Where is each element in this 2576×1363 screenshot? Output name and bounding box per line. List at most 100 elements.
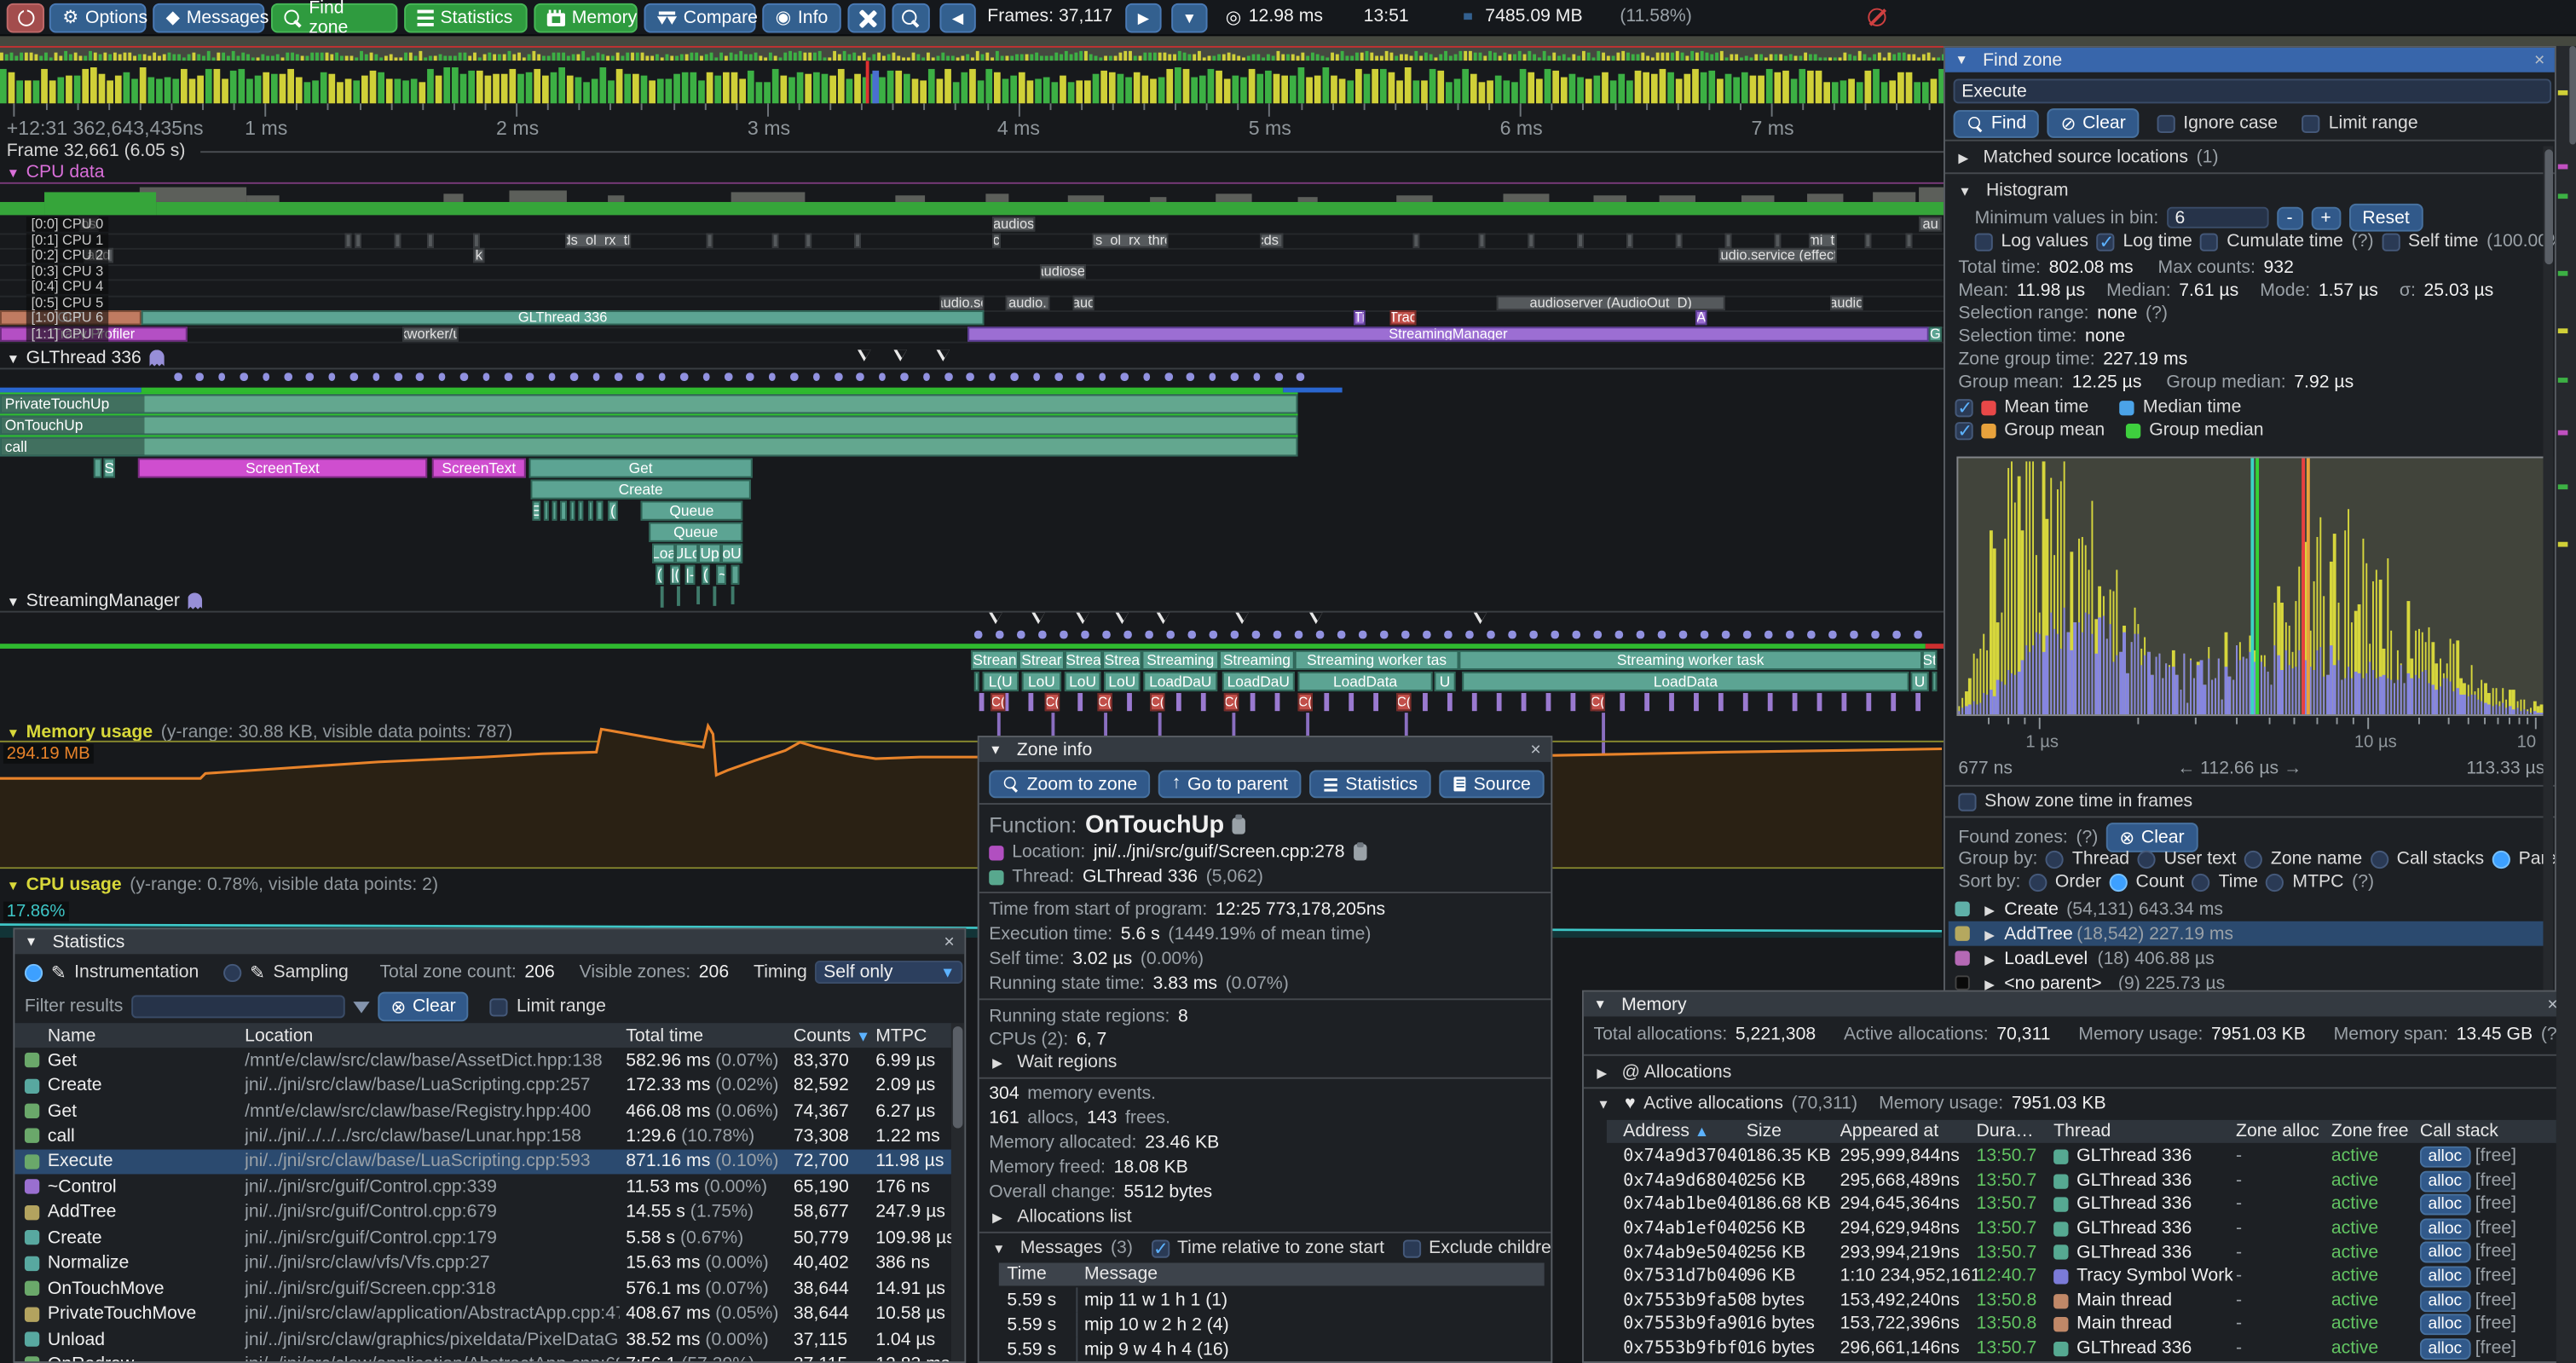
show-mean-checkbox[interactable] bbox=[1955, 398, 1972, 416]
radio-mtpc[interactable] bbox=[2267, 873, 2284, 891]
allocation-row[interactable]: 0x74ab1ef040256 KB294,629,948ns13:50.7GL… bbox=[1607, 1216, 2556, 1240]
cpu-zone[interactable]: A bbox=[1695, 310, 1707, 325]
sm-frag-zone[interactable] bbox=[1275, 693, 1279, 711]
gl-zone[interactable]: S bbox=[103, 458, 114, 477]
reset-button[interactable]: Reset bbox=[2349, 204, 2423, 232]
find-button[interactable]: Find bbox=[1954, 109, 2040, 137]
sm-zone[interactable]: U bbox=[1435, 672, 1456, 691]
message-row[interactable]: 5.59 smip 11 w 1 h 1 (1) bbox=[999, 1287, 1545, 1312]
sm-frag-red[interactable]: C( bbox=[1045, 693, 1060, 711]
gl-zone[interactable]: ( bbox=[656, 565, 664, 585]
expand-icon[interactable]: ▶ bbox=[1984, 904, 1995, 918]
cpu-zone[interactable]: c bbox=[992, 233, 1001, 247]
cpu-zone[interactable]: audio. bbox=[1006, 295, 1050, 309]
sm-zone[interactable]: Strear bbox=[1019, 650, 1065, 670]
gl-zone[interactable] bbox=[578, 501, 583, 521]
sm-frag-zone[interactable] bbox=[1891, 693, 1895, 711]
cpu-zone[interactable]: audios bbox=[992, 217, 1035, 231]
ignore-case-checkbox[interactable] bbox=[2157, 114, 2175, 132]
sm-zone[interactable] bbox=[1932, 672, 1938, 691]
plus-button[interactable]: + bbox=[2311, 206, 2342, 229]
cpu-zone[interactable]: k bbox=[473, 248, 484, 263]
thread-header-glthread[interactable]: ▼GLThread 336 bbox=[7, 348, 165, 367]
limit-range-checkbox[interactable] bbox=[490, 997, 508, 1015]
gl-zone[interactable]: Create bbox=[531, 480, 751, 500]
table-row[interactable]: Get/mnt/e/claw/src/claw/base/AssetDict.h… bbox=[14, 1048, 951, 1073]
minus-button[interactable]: - bbox=[2277, 206, 2302, 229]
sampling-radio[interactable] bbox=[223, 963, 241, 981]
expand-icon[interactable]: ▶ bbox=[1984, 927, 1995, 942]
show-zone-time-checkbox[interactable] bbox=[1958, 793, 1976, 811]
instrumentation-radio[interactable] bbox=[25, 963, 43, 981]
table-row[interactable]: Executejni/../jni/src/claw/base/LuaScrip… bbox=[14, 1149, 951, 1175]
clear-filter-button[interactable]: ⊗Clear bbox=[378, 992, 469, 1022]
toolbar-button-compare[interactable]: Compare bbox=[644, 3, 756, 33]
sm-frag-zone[interactable] bbox=[1743, 693, 1747, 711]
sm-frag-zone[interactable] bbox=[1842, 693, 1846, 711]
matched-source-locations[interactable]: ▶ Matched source locations(1) bbox=[1958, 147, 2218, 167]
memory-usage-header[interactable]: ▼Memory usage (y-range: 30.88 KB, visibl… bbox=[7, 723, 513, 742]
sm-frag-red[interactable]: C( bbox=[1396, 693, 1411, 711]
limit-range-checkbox[interactable] bbox=[2302, 114, 2320, 132]
cpu-zone[interactable]: Ti bbox=[1354, 310, 1365, 325]
sm-zone[interactable]: LoadDaU bbox=[1143, 672, 1217, 691]
table-row[interactable]: PrivateTouchMovejni/../jni/src/claw/appl… bbox=[14, 1302, 951, 1327]
gl-zone[interactable]: ScreenText bbox=[138, 458, 427, 477]
radio-parent[interactable] bbox=[2492, 850, 2510, 868]
thread-header-streamingmanager[interactable]: ▼StreamingManager bbox=[7, 592, 203, 611]
gl-zone[interactable] bbox=[560, 501, 567, 521]
histogram-section-header[interactable]: ▼ Histogram bbox=[1958, 181, 2068, 200]
find-zone-titlebar[interactable]: ▼ Find zone × bbox=[1945, 48, 2555, 72]
sm-frag-zone[interactable] bbox=[1669, 693, 1673, 711]
col-mtpc[interactable]: MTPC bbox=[875, 1025, 927, 1045]
next-frame-button[interactable]: ▶ bbox=[1125, 3, 1161, 33]
col-duration[interactable]: Dura… bbox=[1977, 1122, 2034, 1141]
gl-zone[interactable]: |~ bbox=[716, 565, 726, 585]
gl-zone[interactable] bbox=[570, 501, 575, 521]
cpu-data-section-header[interactable]: ▼CPU data bbox=[7, 163, 105, 182]
sm-frag-zone[interactable] bbox=[1077, 693, 1082, 711]
minbin-input[interactable]: 6 bbox=[2167, 207, 2268, 228]
gl-zone[interactable] bbox=[731, 565, 740, 585]
table-row[interactable]: Get/mnt/e/claw/src/claw/base/Registry.hp… bbox=[14, 1099, 951, 1124]
cpu-zone[interactable]: cds_ol_rx_threa bbox=[1093, 233, 1169, 247]
cpu-zone[interactable] bbox=[355, 233, 361, 247]
col-call-stack[interactable]: Call stack bbox=[2420, 1122, 2498, 1141]
log-time-checkbox[interactable] bbox=[2097, 233, 2115, 251]
allocation-row[interactable]: 0x74ab9e5040256 KB293,994,219ns13:50.7GL… bbox=[1607, 1240, 2556, 1264]
gl-zone-big[interactable]: call bbox=[0, 436, 1298, 456]
source-button[interactable]: Source bbox=[1439, 771, 1544, 799]
sm-zone[interactable]: Streaming bbox=[1219, 650, 1295, 670]
table-row[interactable]: OnTouchMovejni/../jni/src/guif/Screen.cp… bbox=[14, 1276, 951, 1302]
cpu-zone[interactable] bbox=[345, 233, 352, 247]
statistics-scrollbar[interactable] bbox=[951, 1023, 964, 1363]
gl-zone-big[interactable]: OnTouchUp bbox=[0, 415, 1298, 435]
toolbar-button-find-zone[interactable]: Find zone bbox=[271, 3, 397, 33]
cpu-usage-header[interactable]: ▼CPU usage (y-range: 0.78%, visible data… bbox=[7, 875, 438, 895]
exclude-children-checkbox[interactable] bbox=[1402, 1239, 1420, 1257]
sm-frag-zone[interactable] bbox=[1718, 693, 1723, 711]
cpu-zone[interactable] bbox=[854, 233, 861, 247]
sm-frag-zone[interactable] bbox=[1620, 693, 1624, 711]
gl-zone[interactable]: Queue bbox=[641, 501, 742, 521]
sm-zone[interactable]: LoU bbox=[1104, 672, 1140, 691]
toolbar-button-messages[interactable]: ◆Messages bbox=[153, 3, 264, 33]
allocation-row[interactable]: 0x7553b9fa9016 bytes153,722,396ns13:50.8… bbox=[1607, 1313, 2556, 1337]
cpu-zone[interactable] bbox=[1774, 233, 1781, 247]
zone-info-titlebar[interactable]: ▼Zone info × bbox=[979, 737, 1551, 762]
sm-frag-zone[interactable] bbox=[1447, 693, 1452, 711]
cpu-zone[interactable]: cds_ bbox=[1260, 233, 1283, 247]
gl-zone[interactable]: ScreenText bbox=[432, 458, 526, 477]
cpu-zone[interactable]: mi_tl bbox=[1809, 233, 1837, 247]
log-values-checkbox[interactable] bbox=[1975, 233, 1993, 251]
clipboard-icon[interactable] bbox=[1233, 817, 1245, 833]
table-row[interactable]: Unloadjni/../jni/src/claw/graphics/pixel… bbox=[14, 1326, 951, 1352]
sm-frag-zone[interactable] bbox=[1028, 693, 1032, 711]
col-zone-free[interactable]: Zone free bbox=[2331, 1122, 2409, 1141]
tools-button[interactable] bbox=[847, 3, 885, 33]
alloc-callstack-button[interactable]: alloc [free] bbox=[2420, 1242, 2516, 1263]
time-relative-checkbox[interactable] bbox=[1151, 1239, 1169, 1257]
sm-zone[interactable]: Strea bbox=[1102, 650, 1141, 670]
sm-zone[interactable]: L(U bbox=[983, 672, 1019, 691]
col-appeared[interactable]: Appeared at bbox=[1840, 1122, 1939, 1141]
